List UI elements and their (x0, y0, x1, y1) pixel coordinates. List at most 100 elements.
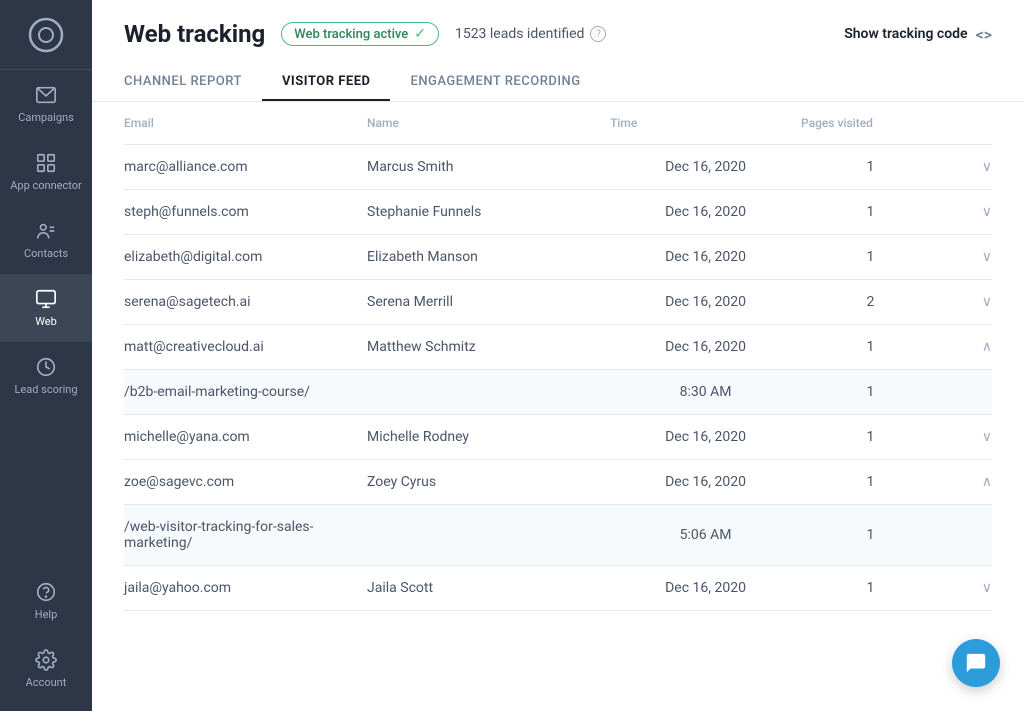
row-pages: 1 (801, 566, 940, 611)
row-pages: 1 (801, 145, 940, 190)
sidebar-item-label: App connector (10, 179, 82, 192)
col-header-time: Time (610, 102, 801, 145)
table-row[interactable]: elizabeth@digital.com Elizabeth Manson D… (124, 235, 992, 280)
col-header-pages: Pages visited (801, 102, 940, 145)
sidebar-item-label: Web (35, 315, 57, 328)
row-name: Stephanie Funnels (367, 190, 610, 235)
contacts-icon (35, 220, 57, 242)
tracking-status-badge: Web tracking active ✓ (281, 22, 439, 46)
row-time: Dec 16, 2020 (610, 235, 801, 280)
table-row[interactable]: matt@creativecloud.ai Matthew Schmitz De… (124, 325, 992, 370)
sidebar-item-web[interactable]: Web (0, 274, 92, 342)
row-url-pages: 1 (801, 370, 940, 415)
row-name: Serena Merrill (367, 280, 610, 325)
leads-count-text: 1523 leads identified (455, 26, 585, 42)
row-url-action (940, 505, 992, 566)
table-row[interactable]: zoe@sagevc.com Zoey Cyrus Dec 16, 2020 1… (124, 460, 992, 505)
sidebar-item-app-connector[interactable]: App connector (0, 138, 92, 206)
table-row[interactable]: michelle@yana.com Michelle Rodney Dec 16… (124, 415, 992, 460)
chat-icon (965, 652, 987, 674)
tab-visitor-feed[interactable]: VISITOR FEED (262, 64, 391, 101)
row-pages: 1 (801, 190, 940, 235)
row-time: Dec 16, 2020 (610, 415, 801, 460)
row-time: Dec 16, 2020 (610, 145, 801, 190)
logo-icon (28, 17, 64, 53)
row-pages: 1 (801, 460, 940, 505)
sidebar-item-help[interactable]: Help (0, 567, 92, 635)
row-name: Matthew Schmitz (367, 325, 610, 370)
sidebar-item-label: Help (35, 608, 58, 621)
row-name: Jaila Scott (367, 566, 610, 611)
row-url-name (367, 505, 610, 566)
tab-channel-report[interactable]: CHANNEL REPORT (124, 64, 262, 101)
sidebar-item-contacts[interactable]: Contacts (0, 206, 92, 274)
show-tracking-code-button[interactable]: Show tracking code <> (844, 25, 992, 44)
table-row[interactable]: marc@alliance.com Marcus Smith Dec 16, 2… (124, 145, 992, 190)
help-icon (35, 581, 57, 603)
app-connector-icon (35, 152, 57, 174)
row-expand-button[interactable]: ∨ (940, 235, 992, 280)
row-email: steph@funnels.com (124, 190, 367, 235)
row-pages: 1 (801, 235, 940, 280)
sidebar-item-account[interactable]: Account (0, 635, 92, 703)
account-icon (35, 649, 57, 671)
visitor-table: Email Name Time Pages visited marc@allia… (124, 102, 992, 611)
lead-scoring-icon (35, 356, 57, 378)
row-expand-button[interactable]: ∨ (940, 145, 992, 190)
check-icon: ✓ (414, 26, 426, 42)
row-url-time: 8:30 AM (610, 370, 801, 415)
sidebar-item-lead-scoring[interactable]: Lead scoring (0, 342, 92, 410)
row-pages: 1 (801, 415, 940, 460)
table-row[interactable]: steph@funnels.com Stephanie Funnels Dec … (124, 190, 992, 235)
row-expand-button[interactable]: ∨ (940, 566, 992, 611)
row-url-pages: 1 (801, 505, 940, 566)
table-row-url: /web-visitor-tracking-for-sales-marketin… (124, 505, 992, 566)
row-time: Dec 16, 2020 (610, 325, 801, 370)
main-content: Web tracking Web tracking active ✓ 1523 … (92, 0, 1024, 711)
table-row[interactable]: serena@sagetech.ai Serena Merrill Dec 16… (124, 280, 992, 325)
col-header-email: Email (124, 102, 367, 145)
row-time: Dec 16, 2020 (610, 460, 801, 505)
row-url-name (367, 370, 610, 415)
table-row-url: /b2b-email-marketing-course/ 8:30 AM 1 (124, 370, 992, 415)
table-row[interactable]: jaila@yahoo.com Jaila Scott Dec 16, 2020… (124, 566, 992, 611)
web-icon (35, 288, 57, 310)
row-name: Zoey Cyrus (367, 460, 610, 505)
leads-count: 1523 leads identified ? (455, 26, 607, 42)
page-header: Web tracking Web tracking active ✓ 1523 … (92, 0, 1024, 102)
col-header-name: Name (367, 102, 610, 145)
show-tracking-label: Show tracking code (844, 26, 967, 42)
row-name: Elizabeth Manson (367, 235, 610, 280)
tracking-badge-text: Web tracking active (294, 27, 408, 42)
code-brackets-icon: <> (976, 25, 992, 44)
row-email: matt@creativecloud.ai (124, 325, 367, 370)
page-title: Web tracking (124, 20, 265, 48)
col-header-action (940, 102, 992, 145)
row-name: Marcus Smith (367, 145, 610, 190)
sidebar-logo (0, 0, 92, 70)
help-circle-icon[interactable]: ? (590, 26, 606, 42)
sidebar-item-campaigns[interactable]: Campaigns (0, 70, 92, 138)
sidebar-item-label: Account (26, 676, 67, 689)
chat-button[interactable] (952, 639, 1000, 687)
row-email: jaila@yahoo.com (124, 566, 367, 611)
row-email: michelle@yana.com (124, 415, 367, 460)
row-expand-button[interactable]: ∨ (940, 415, 992, 460)
sidebar-item-label: Contacts (24, 247, 68, 260)
row-pages: 2 (801, 280, 940, 325)
sidebar-item-label: Lead scoring (14, 383, 77, 396)
row-expand-button[interactable]: ∨ (940, 280, 992, 325)
row-email: marc@alliance.com (124, 145, 367, 190)
row-email: zoe@sagevc.com (124, 460, 367, 505)
row-time: Dec 16, 2020 (610, 190, 801, 235)
row-url-time: 5:06 AM (610, 505, 801, 566)
row-pages: 1 (801, 325, 940, 370)
row-expand-button[interactable]: ∧ (940, 460, 992, 505)
row-expand-button[interactable]: ∨ (940, 190, 992, 235)
tab-engagement-recording[interactable]: ENGAGEMENT RECORDING (390, 64, 600, 101)
row-time: Dec 16, 2020 (610, 280, 801, 325)
tab-bar: CHANNEL REPORT VISITOR FEED ENGAGEMENT R… (124, 64, 992, 101)
row-time: Dec 16, 2020 (610, 566, 801, 611)
mail-icon (35, 84, 57, 106)
row-expand-button[interactable]: ∧ (940, 325, 992, 370)
